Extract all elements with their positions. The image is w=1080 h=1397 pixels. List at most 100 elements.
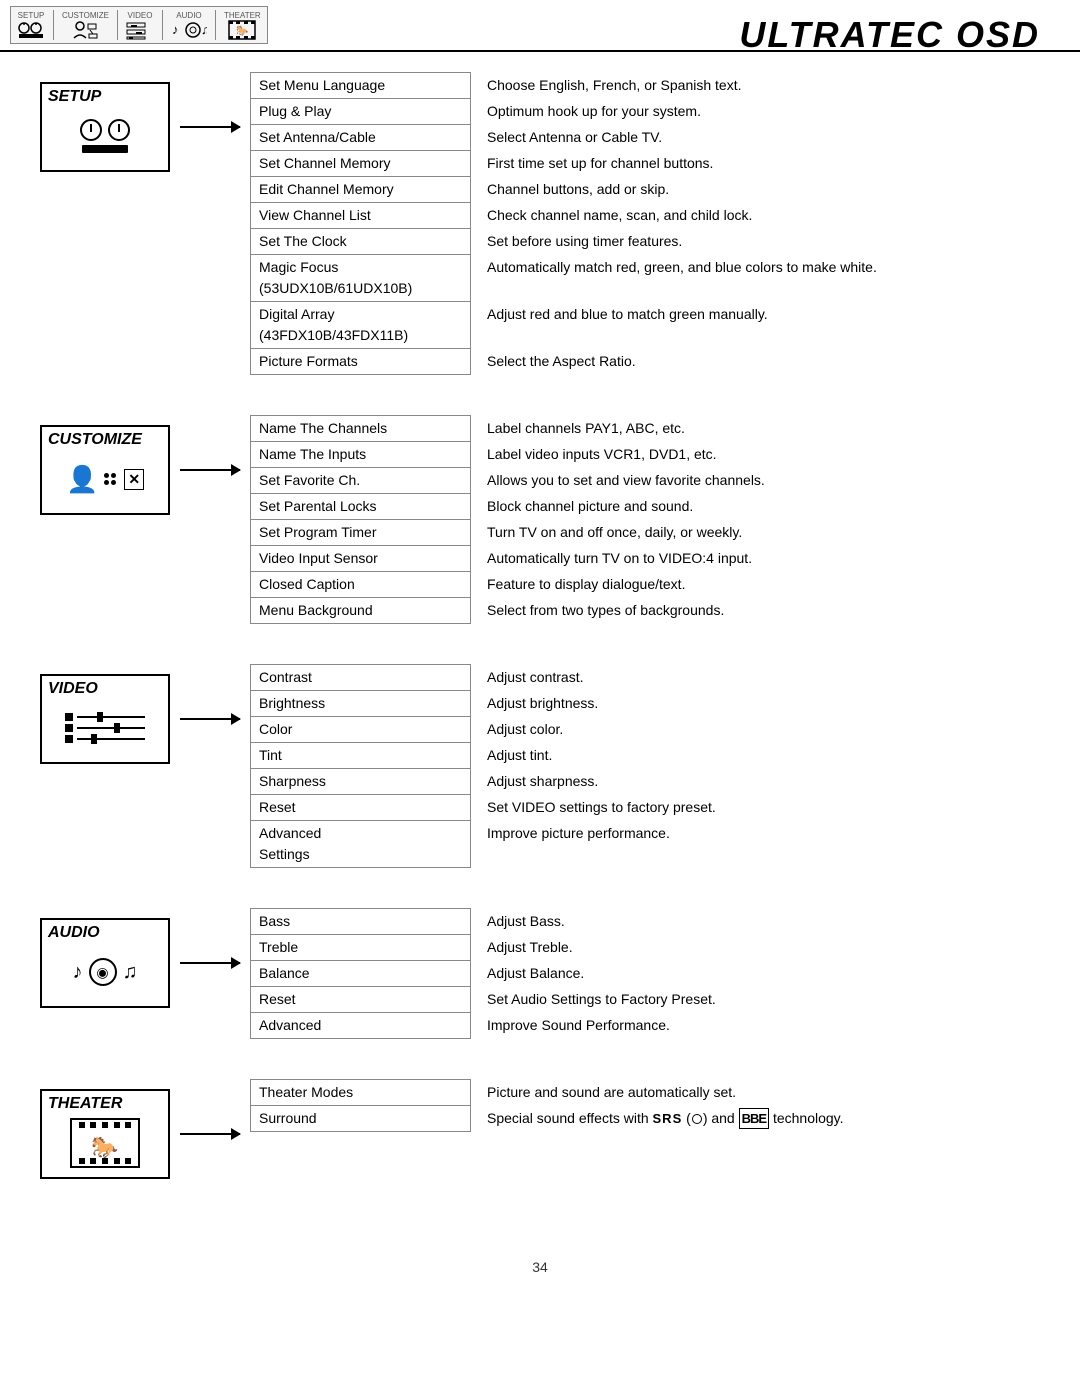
header-tab-audio[interactable]: AUDIO ♪ ♫ xyxy=(171,11,207,40)
header-tab-customize-label: CUSTOMIZE xyxy=(62,11,109,20)
header-tab-audio-label: AUDIO xyxy=(176,11,201,20)
film-hole xyxy=(102,1158,108,1164)
menu-item-name: Menu Background xyxy=(251,598,471,624)
header-tab-theater[interactable]: THEATER 🐎 xyxy=(224,11,261,40)
menu-item-desc: Adjust contrast. xyxy=(471,665,1040,691)
table-row: View Channel List Check channel name, sc… xyxy=(251,203,1040,229)
table-row: Picture Formats Select the Aspect Ratio. xyxy=(251,349,1040,375)
setup-bar xyxy=(82,145,128,153)
menu-item-desc: Set VIDEO settings to factory preset. xyxy=(471,795,1040,821)
customize-icon-box: CUSTOMIZE 👤 ✕ xyxy=(40,425,170,515)
menu-item-desc: Improve picture performance. xyxy=(471,821,1040,868)
menu-item-name: Advanced xyxy=(251,1013,471,1039)
menu-item-name: Sharpness xyxy=(251,769,471,795)
menu-item-desc: Select Antenna or Cable TV. xyxy=(471,125,1040,151)
video-arrow-line xyxy=(180,718,240,720)
table-row: Set Favorite Ch. Allows you to set and v… xyxy=(251,468,1040,494)
theater-arrow-line xyxy=(180,1133,240,1135)
setup-header-icon xyxy=(17,20,45,40)
menu-item-name: Edit Channel Memory xyxy=(251,177,471,203)
header-tab-setup-label: SETUP xyxy=(18,11,45,20)
menu-item-desc: Set before using timer features. xyxy=(471,229,1040,255)
table-row: Contrast Adjust contrast. xyxy=(251,665,1040,691)
video-header-icon xyxy=(126,20,154,40)
menu-item-desc: Adjust Treble. xyxy=(471,935,1040,961)
audio-arrow xyxy=(170,918,250,1008)
slider-label-3 xyxy=(65,735,73,743)
dot xyxy=(111,480,116,485)
film-holes-bottom xyxy=(72,1156,138,1166)
table-row: Name The Inputs Label video inputs VCR1,… xyxy=(251,442,1040,468)
bbe-logo: BBE xyxy=(739,1108,769,1130)
header-divider-3 xyxy=(162,10,163,40)
header-divider xyxy=(53,10,54,40)
setup-arrow xyxy=(170,82,250,172)
film-hole xyxy=(90,1122,96,1128)
film-hole xyxy=(79,1158,85,1164)
menu-item-name: Set Program Timer xyxy=(251,520,471,546)
customize-icon-area: 👤 ✕ xyxy=(66,464,144,495)
audio-arrow-line xyxy=(180,962,240,964)
video-menu-table: Contrast Adjust contrast. Brightness Adj… xyxy=(250,664,1040,868)
table-row: Tint Adjust tint. xyxy=(251,743,1040,769)
table-row: Brightness Adjust brightness. xyxy=(251,691,1040,717)
table-row: Set Parental Locks Block channel picture… xyxy=(251,494,1040,520)
menu-item-name: Color xyxy=(251,717,471,743)
speaker-icon: ◉ xyxy=(89,958,117,986)
menu-item-name: Magic Focus(53UDX10B/61UDX10B) xyxy=(251,255,471,302)
menu-item-name: Closed Caption xyxy=(251,572,471,598)
setup-icon-box: SETUP xyxy=(40,82,170,172)
table-row: Set Program Timer Turn TV on and off onc… xyxy=(251,520,1040,546)
dot xyxy=(104,473,109,478)
x-mark-icon: ✕ xyxy=(124,469,144,490)
table-row: Treble Adjust Treble. xyxy=(251,935,1040,961)
audio-label: AUDIO xyxy=(48,924,100,942)
dot xyxy=(104,480,109,485)
film-hole xyxy=(90,1158,96,1164)
table-row: Magic Focus(53UDX10B/61UDX10B) Automatic… xyxy=(251,255,1040,302)
speaker-symbol: ◉ xyxy=(96,964,108,981)
menu-item-desc: Automatically turn TV on to VIDEO:4 inpu… xyxy=(471,546,1040,572)
menu-item-name: Set Antenna/Cable xyxy=(251,125,471,151)
table-row: Reset Set Audio Settings to Factory Pres… xyxy=(251,987,1040,1013)
slider-label-2 xyxy=(65,724,73,732)
menu-item-name: Surround xyxy=(251,1106,471,1132)
header-divider-2 xyxy=(117,10,118,40)
audio-icon-area: ♪ ◉ ♫ xyxy=(73,958,138,986)
customize-menu-table: Name The Channels Label channels PAY1, A… xyxy=(250,415,1040,624)
setup-menu-table: Set Menu Language Choose English, French… xyxy=(250,72,1040,375)
table-row: Set Antenna/Cable Select Antenna or Cabl… xyxy=(251,125,1040,151)
table-row: Set The Clock Set before using timer fea… xyxy=(251,229,1040,255)
menu-item-name: Picture Formats xyxy=(251,349,471,375)
menu-item-desc: Allows you to set and view favorite chan… xyxy=(471,468,1040,494)
header-tab-video[interactable]: VIDEO xyxy=(126,11,154,40)
slider-thumb-3 xyxy=(91,734,97,744)
menu-item-name: Balance xyxy=(251,961,471,987)
table-row: AdvancedSettings Improve picture perform… xyxy=(251,821,1040,868)
slider-row-3 xyxy=(65,735,145,743)
menu-item-name: Video Input Sensor xyxy=(251,546,471,572)
menu-item-name: Treble xyxy=(251,935,471,961)
table-row: Advanced Improve Sound Performance. xyxy=(251,1013,1040,1039)
setup-section: SETUP Set Menu Language Choose English, … xyxy=(40,72,1040,375)
slider-track-2 xyxy=(77,727,145,729)
dot-grid xyxy=(104,473,116,485)
setup-dial-right xyxy=(108,119,130,141)
header-tab-customize[interactable]: CUSTOMIZE xyxy=(62,11,109,40)
theater-icon-area: 🐎 xyxy=(70,1118,140,1168)
video-icon-area xyxy=(65,713,145,743)
menu-item-desc: Special sound effects with SRS () and BB… xyxy=(471,1106,1040,1132)
header-icon-group: SETUP CUSTOMIZE VIDE xyxy=(10,6,268,44)
menu-item-name: AdvancedSettings xyxy=(251,821,471,868)
video-label: VIDEO xyxy=(48,680,98,698)
table-row: Set Menu Language Choose English, French… xyxy=(251,73,1040,99)
menu-item-desc: Feature to display dialogue/text. xyxy=(471,572,1040,598)
menu-item-name: Bass xyxy=(251,909,471,935)
header-tab-setup[interactable]: SETUP xyxy=(17,11,45,40)
customize-arrow xyxy=(170,425,250,515)
video-arrow xyxy=(170,674,250,764)
film-hole xyxy=(114,1158,120,1164)
audio-section: AUDIO ♪ ◉ ♫ Bass Adjust Bass. Treble Adj… xyxy=(40,908,1040,1039)
menu-item-desc: Label video inputs VCR1, DVD1, etc. xyxy=(471,442,1040,468)
menu-item-desc: Label channels PAY1, ABC, etc. xyxy=(471,416,1040,442)
